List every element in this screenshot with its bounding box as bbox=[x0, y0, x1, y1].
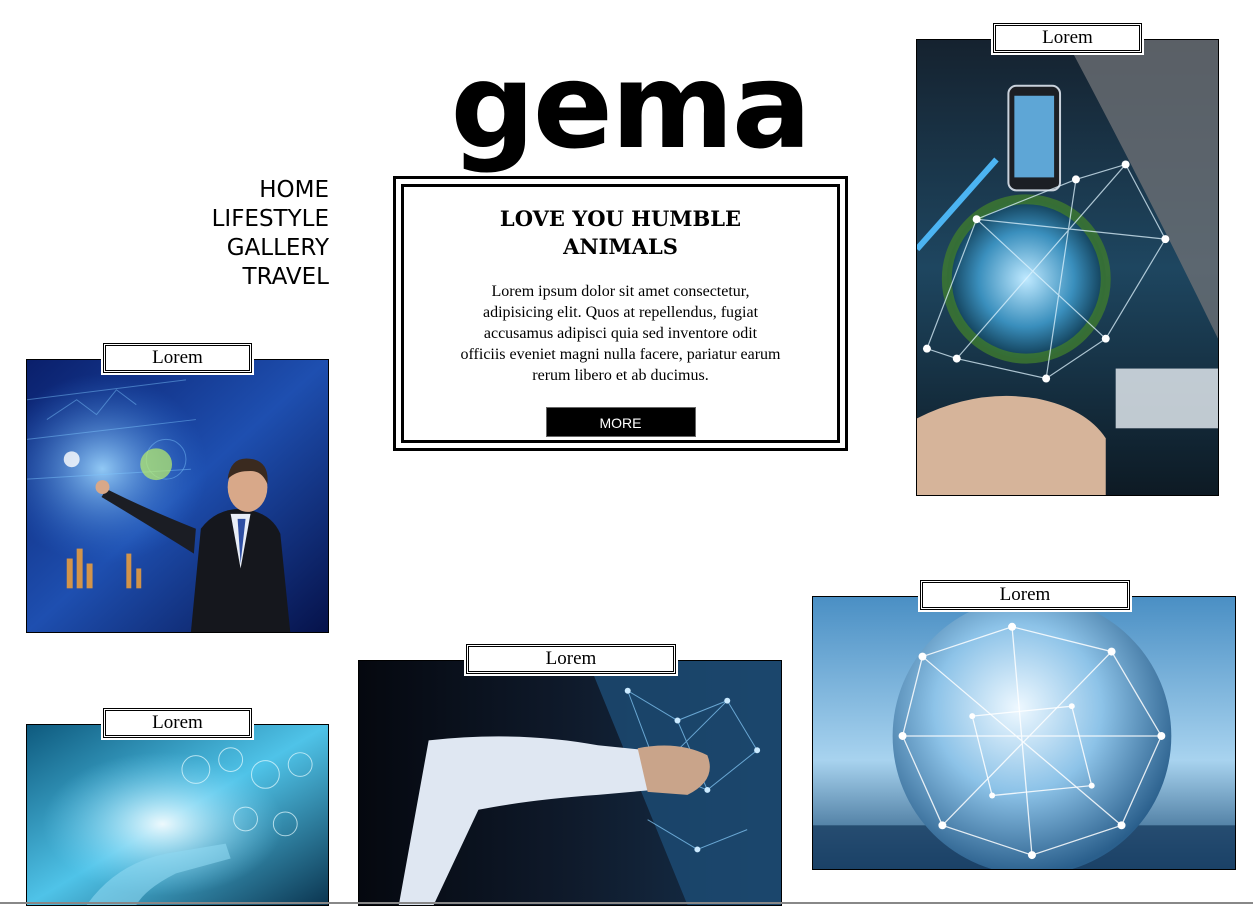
card-label: Lorem bbox=[991, 21, 1144, 55]
feature-title: LOVE YOU HUMBLE ANIMALS bbox=[499, 206, 742, 259]
network-globe-hand-image bbox=[917, 40, 1218, 495]
nav-item-gallery[interactable]: GALLERY bbox=[160, 234, 329, 263]
feature-box-inner: LOVE YOU HUMBLE ANIMALS Lorem ipsum dolo… bbox=[401, 184, 840, 443]
digital-tech-hand-image bbox=[27, 725, 328, 905]
more-button[interactable]: MORE bbox=[545, 407, 696, 437]
gallery-card-digital-tech[interactable]: Lorem bbox=[26, 706, 329, 906]
businessman-touchscreen-image bbox=[27, 360, 328, 632]
nav-item-lifestyle[interactable]: LIFESTYLE bbox=[160, 205, 329, 234]
nav-item-travel[interactable]: TRAVEL bbox=[160, 263, 329, 292]
tablet-network-image bbox=[359, 661, 781, 905]
card-label: Lorem bbox=[101, 341, 254, 375]
card-label: Lorem bbox=[918, 578, 1132, 612]
card-label: Lorem bbox=[101, 706, 254, 740]
nav-item-home[interactable]: HOME bbox=[160, 176, 329, 205]
feature-text: Lorem ipsum dolor sit amet consectetur, … bbox=[460, 283, 781, 384]
gallery-card-tablet-network[interactable]: Lorem bbox=[358, 642, 782, 906]
site-logo[interactable]: gema bbox=[430, 36, 830, 176]
feature-box: LOVE YOU HUMBLE ANIMALS Lorem ipsum dolo… bbox=[393, 176, 848, 451]
card-label: Lorem bbox=[464, 642, 678, 676]
gallery-card-crystal-globe[interactable]: Lorem bbox=[812, 578, 1236, 870]
main-nav: HOME LIFESTYLE GALLERY TRAVEL bbox=[160, 176, 329, 292]
crystal-globe-image bbox=[813, 597, 1235, 869]
gallery-card-network-globe[interactable]: Lorem bbox=[916, 21, 1219, 496]
gallery-card-businessman[interactable]: Lorem bbox=[26, 341, 329, 633]
